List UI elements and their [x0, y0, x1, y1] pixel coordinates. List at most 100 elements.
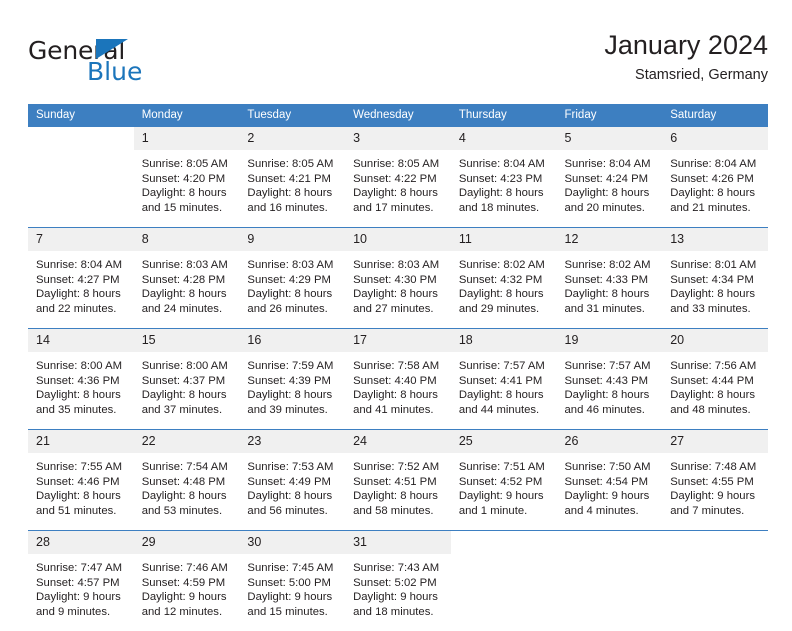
sunrise-text: Sunrise: 8:03 AM — [247, 258, 339, 273]
day-number: 23 — [239, 430, 345, 453]
day-details: Sunrise: 8:00 AMSunset: 4:36 PMDaylight:… — [28, 352, 134, 429]
calendar-day-cell[interactable]: 25Sunrise: 7:51 AMSunset: 4:52 PMDayligh… — [451, 430, 557, 531]
daylight-text: Daylight: 9 hours — [670, 489, 762, 504]
daylight-text-cont: and 26 minutes. — [247, 302, 339, 317]
sunset-text: Sunset: 4:33 PM — [565, 273, 657, 288]
daylight-text-cont: and 1 minute. — [459, 504, 551, 519]
sunrise-text: Sunrise: 8:04 AM — [459, 157, 551, 172]
day-details: Sunrise: 7:52 AMSunset: 4:51 PMDaylight:… — [345, 453, 451, 530]
calendar-day-cell[interactable]: 11Sunrise: 8:02 AMSunset: 4:32 PMDayligh… — [451, 228, 557, 329]
day-details: Sunrise: 8:02 AMSunset: 4:33 PMDaylight:… — [557, 251, 663, 328]
daylight-text: Daylight: 8 hours — [142, 287, 234, 302]
calendar-day-cell[interactable]: 29Sunrise: 7:46 AMSunset: 4:59 PMDayligh… — [134, 531, 240, 631]
calendar-day-cell[interactable]: 15Sunrise: 8:00 AMSunset: 4:37 PMDayligh… — [134, 329, 240, 430]
sunrise-text: Sunrise: 8:02 AM — [459, 258, 551, 273]
calendar-day-cell[interactable]: 27Sunrise: 7:48 AMSunset: 4:55 PMDayligh… — [662, 430, 768, 531]
triangle-icon — [96, 39, 128, 59]
sunset-text: Sunset: 4:51 PM — [353, 475, 445, 490]
sunset-text: Sunset: 4:49 PM — [247, 475, 339, 490]
weekday-header-sunday: Sunday — [28, 104, 134, 127]
daylight-text: Daylight: 8 hours — [670, 287, 762, 302]
sunset-text: Sunset: 4:28 PM — [142, 273, 234, 288]
sunset-text: Sunset: 4:34 PM — [670, 273, 762, 288]
sunrise-text: Sunrise: 7:59 AM — [247, 359, 339, 374]
daylight-text-cont: and 35 minutes. — [36, 403, 128, 418]
day-details: Sunrise: 7:57 AMSunset: 4:43 PMDaylight:… — [557, 352, 663, 429]
sunset-text: Sunset: 4:52 PM — [459, 475, 551, 490]
day-details: Sunrise: 7:59 AMSunset: 4:39 PMDaylight:… — [239, 352, 345, 429]
sunset-text: Sunset: 4:23 PM — [459, 172, 551, 187]
calendar-day-cell[interactable]: 28Sunrise: 7:47 AMSunset: 4:57 PMDayligh… — [28, 531, 134, 631]
calendar-page: General Blue January 2024 Stamsried, Ger… — [0, 0, 792, 612]
daylight-text: Daylight: 8 hours — [565, 287, 657, 302]
sunrise-text: Sunrise: 8:04 AM — [36, 258, 128, 273]
calendar-day-cell[interactable]: 9Sunrise: 8:03 AMSunset: 4:29 PMDaylight… — [239, 228, 345, 329]
day-number: 18 — [451, 329, 557, 352]
sunset-text: Sunset: 4:37 PM — [142, 374, 234, 389]
calendar-day-cell[interactable]: 17Sunrise: 7:58 AMSunset: 4:40 PMDayligh… — [345, 329, 451, 430]
sunrise-text: Sunrise: 8:05 AM — [247, 157, 339, 172]
calendar-day-cell[interactable]: 20Sunrise: 7:56 AMSunset: 4:44 PMDayligh… — [662, 329, 768, 430]
calendar-day-cell[interactable]: 6Sunrise: 8:04 AMSunset: 4:26 PMDaylight… — [662, 127, 768, 228]
day-number: 20 — [662, 329, 768, 352]
daylight-text-cont: and 22 minutes. — [36, 302, 128, 317]
day-details: Sunrise: 8:03 AMSunset: 4:30 PMDaylight:… — [345, 251, 451, 328]
calendar-day-cell[interactable]: 26Sunrise: 7:50 AMSunset: 4:54 PMDayligh… — [557, 430, 663, 531]
calendar-day-cell-empty — [451, 531, 557, 631]
calendar-day-cell[interactable]: 4Sunrise: 8:04 AMSunset: 4:23 PMDaylight… — [451, 127, 557, 228]
calendar-day-cell[interactable]: 2Sunrise: 8:05 AMSunset: 4:21 PMDaylight… — [239, 127, 345, 228]
calendar-day-cell[interactable]: 14Sunrise: 8:00 AMSunset: 4:36 PMDayligh… — [28, 329, 134, 430]
day-details — [557, 554, 663, 631]
calendar-day-cell[interactable]: 24Sunrise: 7:52 AMSunset: 4:51 PMDayligh… — [345, 430, 451, 531]
daylight-text: Daylight: 8 hours — [36, 388, 128, 403]
page-title: January 2024 — [604, 28, 768, 62]
calendar-day-cell[interactable]: 30Sunrise: 7:45 AMSunset: 5:00 PMDayligh… — [239, 531, 345, 631]
calendar-day-cell[interactable]: 1Sunrise: 8:05 AMSunset: 4:20 PMDaylight… — [134, 127, 240, 228]
calendar-day-cell[interactable]: 31Sunrise: 7:43 AMSunset: 5:02 PMDayligh… — [345, 531, 451, 631]
calendar-day-cell[interactable]: 18Sunrise: 7:57 AMSunset: 4:41 PMDayligh… — [451, 329, 557, 430]
calendar-day-cell[interactable]: 21Sunrise: 7:55 AMSunset: 4:46 PMDayligh… — [28, 430, 134, 531]
sunrise-text: Sunrise: 8:03 AM — [142, 258, 234, 273]
calendar-day-cell[interactable]: 13Sunrise: 8:01 AMSunset: 4:34 PMDayligh… — [662, 228, 768, 329]
calendar-day-cell[interactable]: 23Sunrise: 7:53 AMSunset: 4:49 PMDayligh… — [239, 430, 345, 531]
day-number: 11 — [451, 228, 557, 251]
day-details — [662, 554, 768, 631]
day-number: 21 — [28, 430, 134, 453]
brand-name-blue: Blue — [87, 57, 142, 86]
sunset-text: Sunset: 4:27 PM — [36, 273, 128, 288]
day-number: 16 — [239, 329, 345, 352]
day-number: 24 — [345, 430, 451, 453]
calendar-day-cell[interactable]: 7Sunrise: 8:04 AMSunset: 4:27 PMDaylight… — [28, 228, 134, 329]
calendar-day-cell[interactable]: 16Sunrise: 7:59 AMSunset: 4:39 PMDayligh… — [239, 329, 345, 430]
sunset-text: Sunset: 4:41 PM — [459, 374, 551, 389]
sunset-text: Sunset: 4:32 PM — [459, 273, 551, 288]
day-details: Sunrise: 7:45 AMSunset: 5:00 PMDaylight:… — [239, 554, 345, 631]
daylight-text: Daylight: 8 hours — [36, 489, 128, 504]
calendar-day-cell[interactable]: 8Sunrise: 8:03 AMSunset: 4:28 PMDaylight… — [134, 228, 240, 329]
sunset-text: Sunset: 4:55 PM — [670, 475, 762, 490]
sunrise-text: Sunrise: 7:53 AM — [247, 460, 339, 475]
calendar-day-cell[interactable]: 12Sunrise: 8:02 AMSunset: 4:33 PMDayligh… — [557, 228, 663, 329]
day-number: 5 — [557, 127, 663, 150]
calendar-day-cell[interactable]: 22Sunrise: 7:54 AMSunset: 4:48 PMDayligh… — [134, 430, 240, 531]
calendar-day-cell[interactable]: 3Sunrise: 8:05 AMSunset: 4:22 PMDaylight… — [345, 127, 451, 228]
sunrise-text: Sunrise: 8:00 AM — [142, 359, 234, 374]
sunrise-text: Sunrise: 7:50 AM — [565, 460, 657, 475]
daylight-text: Daylight: 8 hours — [247, 388, 339, 403]
calendar-day-cell[interactable]: 10Sunrise: 8:03 AMSunset: 4:30 PMDayligh… — [345, 228, 451, 329]
sunrise-text: Sunrise: 8:05 AM — [353, 157, 445, 172]
daylight-text: Daylight: 8 hours — [353, 388, 445, 403]
calendar-day-cell[interactable]: 5Sunrise: 8:04 AMSunset: 4:24 PMDaylight… — [557, 127, 663, 228]
sunrise-text: Sunrise: 7:57 AM — [565, 359, 657, 374]
calendar-week-row: 7Sunrise: 8:04 AMSunset: 4:27 PMDaylight… — [28, 228, 768, 329]
day-number — [451, 531, 557, 554]
day-details: Sunrise: 7:46 AMSunset: 4:59 PMDaylight:… — [134, 554, 240, 631]
day-number: 17 — [345, 329, 451, 352]
sunrise-text: Sunrise: 7:47 AM — [36, 561, 128, 576]
sunset-text: Sunset: 5:00 PM — [247, 576, 339, 591]
day-details — [28, 150, 134, 227]
sunrise-text: Sunrise: 7:48 AM — [670, 460, 762, 475]
daylight-text-cont: and 37 minutes. — [142, 403, 234, 418]
calendar-day-cell[interactable]: 19Sunrise: 7:57 AMSunset: 4:43 PMDayligh… — [557, 329, 663, 430]
sunrise-text: Sunrise: 7:45 AM — [247, 561, 339, 576]
